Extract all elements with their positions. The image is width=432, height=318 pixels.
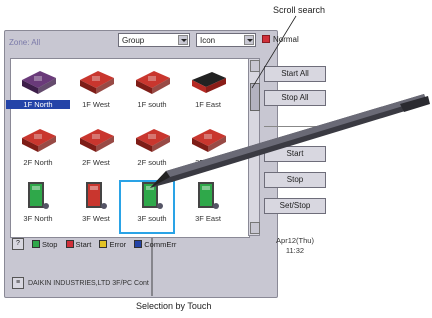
- overlay-graphics: [150, 15, 430, 296]
- scroll-search-leader: [251, 15, 297, 89]
- stylus-pen-icon: [150, 94, 430, 188]
